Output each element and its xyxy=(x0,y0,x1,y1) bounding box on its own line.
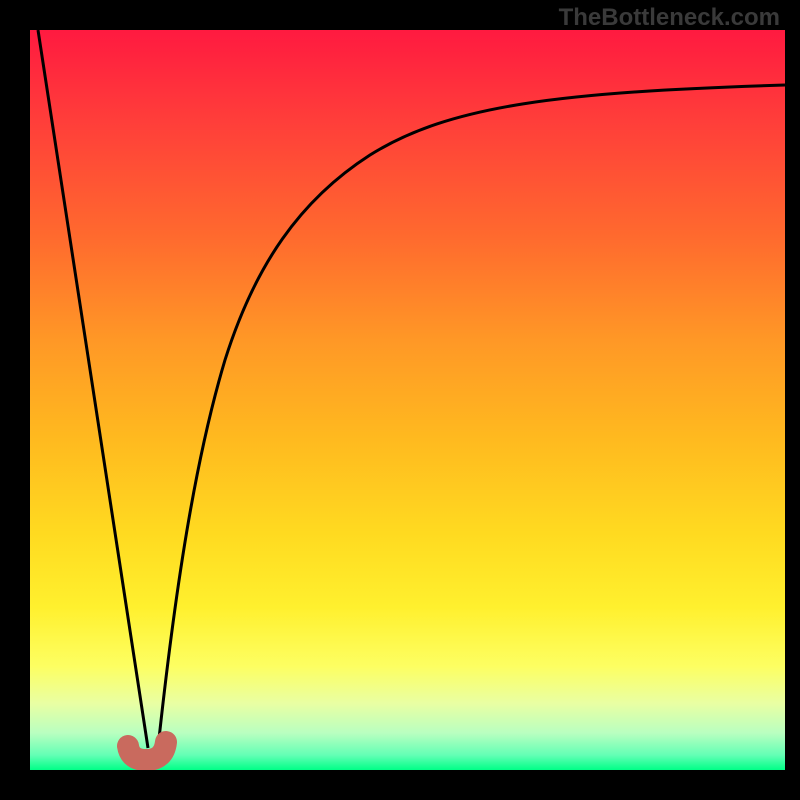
right-ascent-curve xyxy=(158,85,785,748)
watermark-text: TheBottleneck.com xyxy=(559,4,780,32)
curve-overlay xyxy=(30,30,785,770)
chart-canvas xyxy=(30,30,785,770)
left-descent-curve xyxy=(38,30,148,748)
